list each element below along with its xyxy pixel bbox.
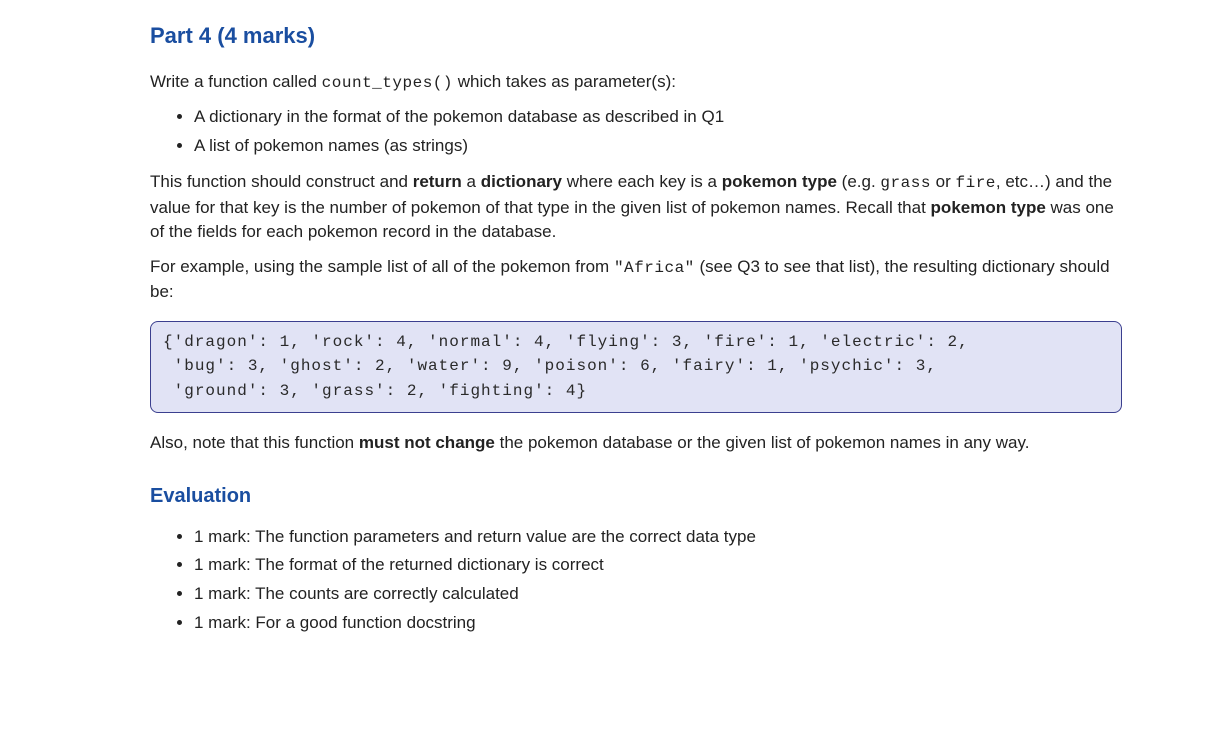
- note-paragraph: Also, note that this function must not c…: [150, 431, 1122, 456]
- description-paragraph-1: This function should construct and retur…: [150, 170, 1122, 244]
- assignment-page: Part 4 (4 marks) Write a function called…: [0, 0, 1222, 733]
- bold-text: dictionary: [481, 172, 562, 191]
- part-heading: Part 4 (4 marks): [150, 20, 1122, 52]
- list-item: 1 mark: For a good function docstring: [194, 611, 1122, 636]
- text: This function should construct and: [150, 172, 413, 191]
- text: For example, using the sample list of al…: [150, 257, 614, 276]
- parameter-list: A dictionary in the format of the pokemo…: [150, 105, 1122, 158]
- text: where each key is a: [562, 172, 722, 191]
- evaluation-list: 1 mark: The function parameters and retu…: [150, 525, 1122, 636]
- intro-text-2: which takes as parameter(s):: [453, 72, 676, 91]
- inline-code: grass: [880, 174, 931, 192]
- description-paragraph-2: For example, using the sample list of al…: [150, 255, 1122, 305]
- bold-text: pokemon type: [931, 198, 1046, 217]
- example-output-codeblock: {'dragon': 1, 'rock': 4, 'normal': 4, 'f…: [150, 321, 1122, 413]
- inline-code: fire: [955, 174, 995, 192]
- inline-code: "Africa": [614, 259, 695, 277]
- list-item: 1 mark: The counts are correctly calcula…: [194, 582, 1122, 607]
- list-item: A list of pokemon names (as strings): [194, 134, 1122, 159]
- intro-paragraph: Write a function called count_types() wh…: [150, 70, 1122, 95]
- bold-text: pokemon type: [722, 172, 837, 191]
- function-name-code: count_types(): [322, 74, 453, 92]
- bold-text: return: [413, 172, 462, 191]
- text: or: [931, 172, 956, 191]
- list-item: A dictionary in the format of the pokemo…: [194, 105, 1122, 130]
- intro-text: Write a function called: [150, 72, 322, 91]
- evaluation-heading: Evaluation: [150, 482, 1122, 511]
- text: (e.g.: [837, 172, 880, 191]
- text: a: [462, 172, 481, 191]
- list-item: 1 mark: The function parameters and retu…: [194, 525, 1122, 550]
- text: the pokemon database or the given list o…: [495, 433, 1030, 452]
- list-item: 1 mark: The format of the returned dicti…: [194, 553, 1122, 578]
- bold-text: must not change: [359, 433, 495, 452]
- text: Also, note that this function: [150, 433, 359, 452]
